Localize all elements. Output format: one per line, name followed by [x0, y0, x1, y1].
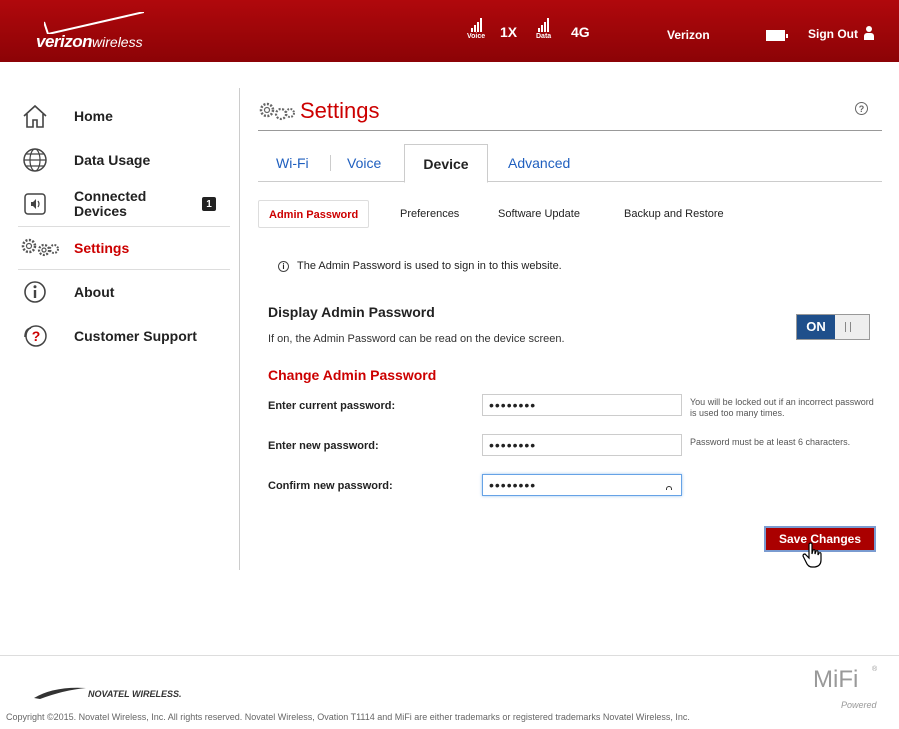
info-text: The Admin Password is used to sign in to… — [297, 260, 562, 272]
speaker-icon — [20, 189, 50, 219]
mifi-registered-mark: ® — [872, 666, 878, 673]
info-icon: i — [278, 260, 289, 272]
mifi-logo: MiFi — [813, 666, 859, 693]
hand-cursor-icon — [802, 542, 822, 568]
support-icon: ? — [20, 321, 50, 351]
confirm-password-input[interactable] — [482, 474, 682, 496]
info-message: i The Admin Password is used to sign in … — [278, 260, 562, 272]
current-password-label: Enter current password: — [268, 400, 396, 412]
sidebar-item-settings[interactable]: Settings — [18, 226, 230, 270]
gears-icon — [259, 102, 295, 121]
tab-device[interactable]: Device — [404, 144, 488, 183]
confirm-password-label: Confirm new password: — [268, 480, 393, 492]
title-divider — [258, 130, 882, 131]
info-icon — [20, 277, 50, 307]
current-password-input[interactable] — [482, 394, 682, 416]
signal-bars-icon — [538, 18, 550, 32]
voice-tech: 1X — [500, 24, 518, 40]
display-password-desc: If on, the Admin Password can be read on… — [268, 333, 565, 345]
connected-count-badge: 1 — [202, 197, 216, 211]
display-password-title: Display Admin Password — [268, 304, 435, 320]
new-password-input[interactable] — [482, 434, 682, 456]
brand-wordmark: verizonwireless — [36, 32, 143, 51]
sign-out-link[interactable]: Sign Out — [808, 27, 858, 41]
subtab-backup-restore[interactable]: Backup and Restore — [624, 200, 724, 228]
mifi-powered-text: Powered — [841, 700, 877, 710]
tab-voice[interactable]: Voice — [347, 144, 381, 182]
carrier-name: Verizon — [667, 28, 710, 42]
signal-bars-icon — [470, 18, 482, 32]
data-signal-indicator: Data — [536, 18, 551, 40]
toggle-knob — [845, 322, 851, 332]
copyright-text: Copyright ©2015. Novatel Wireless, Inc. … — [6, 712, 690, 722]
page-title: Settings — [300, 98, 380, 123]
novatel-logo: NOVATEL WIRELESS. — [88, 689, 182, 699]
display-password-toggle[interactable]: ON — [796, 314, 870, 340]
checkmark-icon — [44, 12, 144, 34]
user-icon[interactable] — [864, 26, 874, 40]
sidebar-nav: Home Data Usage Connected Devices 1 Sett… — [18, 94, 230, 358]
current-password-hint: You will be locked out if an incorrect p… — [690, 397, 874, 418]
new-password-hint: Password must be at least 6 characters. — [690, 437, 851, 447]
toggle-on-label: ON — [797, 315, 835, 339]
data-tech: 4G — [571, 24, 590, 40]
svg-text:?: ? — [32, 328, 41, 344]
gears-icon — [20, 233, 60, 263]
tab-advanced[interactable]: Advanced — [508, 144, 570, 182]
sidebar-divider — [239, 88, 240, 570]
change-password-title: Change Admin Password — [268, 367, 437, 383]
header-bar: verizonwireless Voice 1X Data 4G Verizon… — [0, 0, 899, 62]
sidebar-item-home[interactable]: Home — [18, 94, 230, 138]
tab-separator — [330, 155, 331, 171]
new-password-label: Enter new password: — [268, 440, 379, 452]
footer: NOVATEL WIRELESS. MiFi ® Powered Copyrig… — [0, 655, 899, 729]
battery-icon — [766, 30, 788, 41]
reveal-password-icon[interactable] — [666, 486, 672, 490]
sidebar-item-about[interactable]: About — [18, 270, 230, 314]
home-icon — [20, 101, 50, 131]
voice-signal-indicator: Voice — [467, 18, 485, 40]
subtab-preferences[interactable]: Preferences — [400, 200, 459, 228]
globe-icon — [20, 145, 50, 175]
sidebar-item-connected-devices[interactable]: Connected Devices 1 — [18, 182, 230, 226]
help-icon[interactable]: ? — [855, 102, 868, 115]
tab-wifi[interactable]: Wi-Fi — [276, 144, 309, 182]
sidebar-item-customer-support[interactable]: ? Customer Support — [18, 314, 230, 358]
settings-tabs: Wi-Fi Voice Device Advanced — [258, 144, 882, 183]
subtab-admin-password[interactable]: Admin Password — [258, 200, 370, 228]
verizon-logo[interactable]: verizonwireless — [36, 8, 186, 52]
subtab-software-update[interactable]: Software Update — [498, 200, 580, 228]
sidebar-item-data-usage[interactable]: Data Usage — [18, 138, 230, 182]
